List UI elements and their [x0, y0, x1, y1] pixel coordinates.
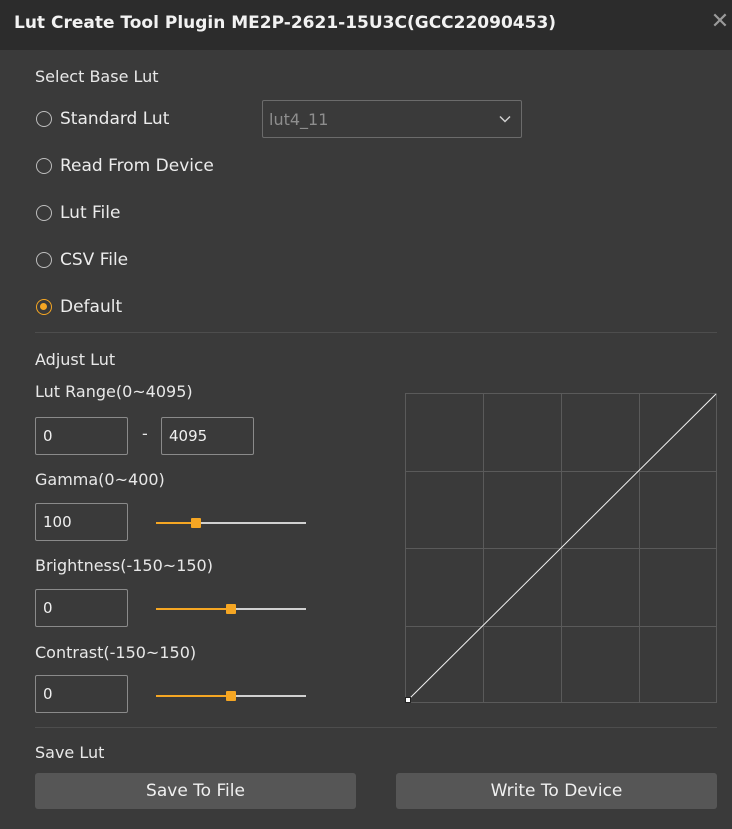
- select-base-lut-label: Select Base Lut: [35, 67, 159, 86]
- save-to-file-button[interactable]: Save To File: [35, 773, 356, 809]
- brightness-slider[interactable]: [156, 602, 306, 616]
- window-title: Lut Create Tool Plugin ME2P-2621-15U3C(G…: [14, 13, 557, 33]
- chevron-down-icon: [499, 115, 511, 123]
- select-value: lut4_11: [269, 110, 329, 129]
- adjust-lut-label: Adjust Lut: [35, 350, 116, 369]
- divider: [35, 332, 717, 333]
- radio-icon[interactable]: [36, 205, 52, 221]
- slider-track: [231, 608, 306, 610]
- slider-track: [196, 522, 306, 524]
- radio-label: Standard Lut: [60, 109, 170, 129]
- radio-label: Default: [60, 297, 123, 317]
- lut-range-min-input[interactable]: 0: [35, 417, 128, 455]
- standard-lut-select[interactable]: lut4_11: [262, 100, 522, 138]
- radio-icon[interactable]: [36, 158, 52, 174]
- slider-fill: [156, 608, 231, 610]
- title-bar: Lut Create Tool Plugin ME2P-2621-15U3C(G…: [0, 0, 732, 50]
- write-to-device-button[interactable]: Write To Device: [396, 773, 717, 809]
- slider-thumb[interactable]: [226, 691, 236, 701]
- gamma-slider[interactable]: [156, 516, 306, 530]
- lut-range-max-input[interactable]: 4095: [161, 417, 254, 455]
- gamma-input[interactable]: 100: [35, 503, 128, 541]
- radio-label: Read From Device: [60, 156, 214, 176]
- divider: [35, 727, 717, 728]
- contrast-label: Contrast(-150~150): [35, 643, 197, 662]
- close-icon[interactable]: ✕: [708, 10, 732, 34]
- radio-default[interactable]: Default: [36, 295, 122, 319]
- range-separator: -: [142, 424, 148, 443]
- radio-read-from-device[interactable]: Read From Device: [36, 154, 214, 178]
- radio-csv-file[interactable]: CSV File: [36, 248, 128, 272]
- slider-thumb[interactable]: [226, 604, 236, 614]
- radio-standard-lut[interactable]: Standard Lut: [36, 107, 169, 131]
- slider-thumb[interactable]: [191, 518, 201, 528]
- lut-curve-graph[interactable]: [405, 393, 717, 703]
- contrast-input[interactable]: 0: [35, 675, 128, 713]
- radio-lut-file[interactable]: Lut File: [36, 201, 120, 225]
- radio-label: Lut File: [60, 203, 121, 223]
- radio-icon[interactable]: [36, 111, 52, 127]
- radio-label: CSV File: [60, 250, 129, 270]
- slider-track: [231, 695, 306, 697]
- slider-fill: [156, 522, 196, 524]
- curve-start-handle[interactable]: [405, 697, 411, 703]
- slider-fill: [156, 695, 231, 697]
- contrast-slider[interactable]: [156, 689, 306, 703]
- save-lut-label: Save Lut: [35, 743, 105, 762]
- gamma-label: Gamma(0~400): [35, 470, 165, 489]
- brightness-input[interactable]: 0: [35, 589, 128, 627]
- lut-range-label: Lut Range(0~4095): [35, 382, 193, 401]
- radio-icon[interactable]: [36, 252, 52, 268]
- brightness-label: Brightness(-150~150): [35, 556, 213, 575]
- radio-checked-icon[interactable]: [36, 299, 52, 315]
